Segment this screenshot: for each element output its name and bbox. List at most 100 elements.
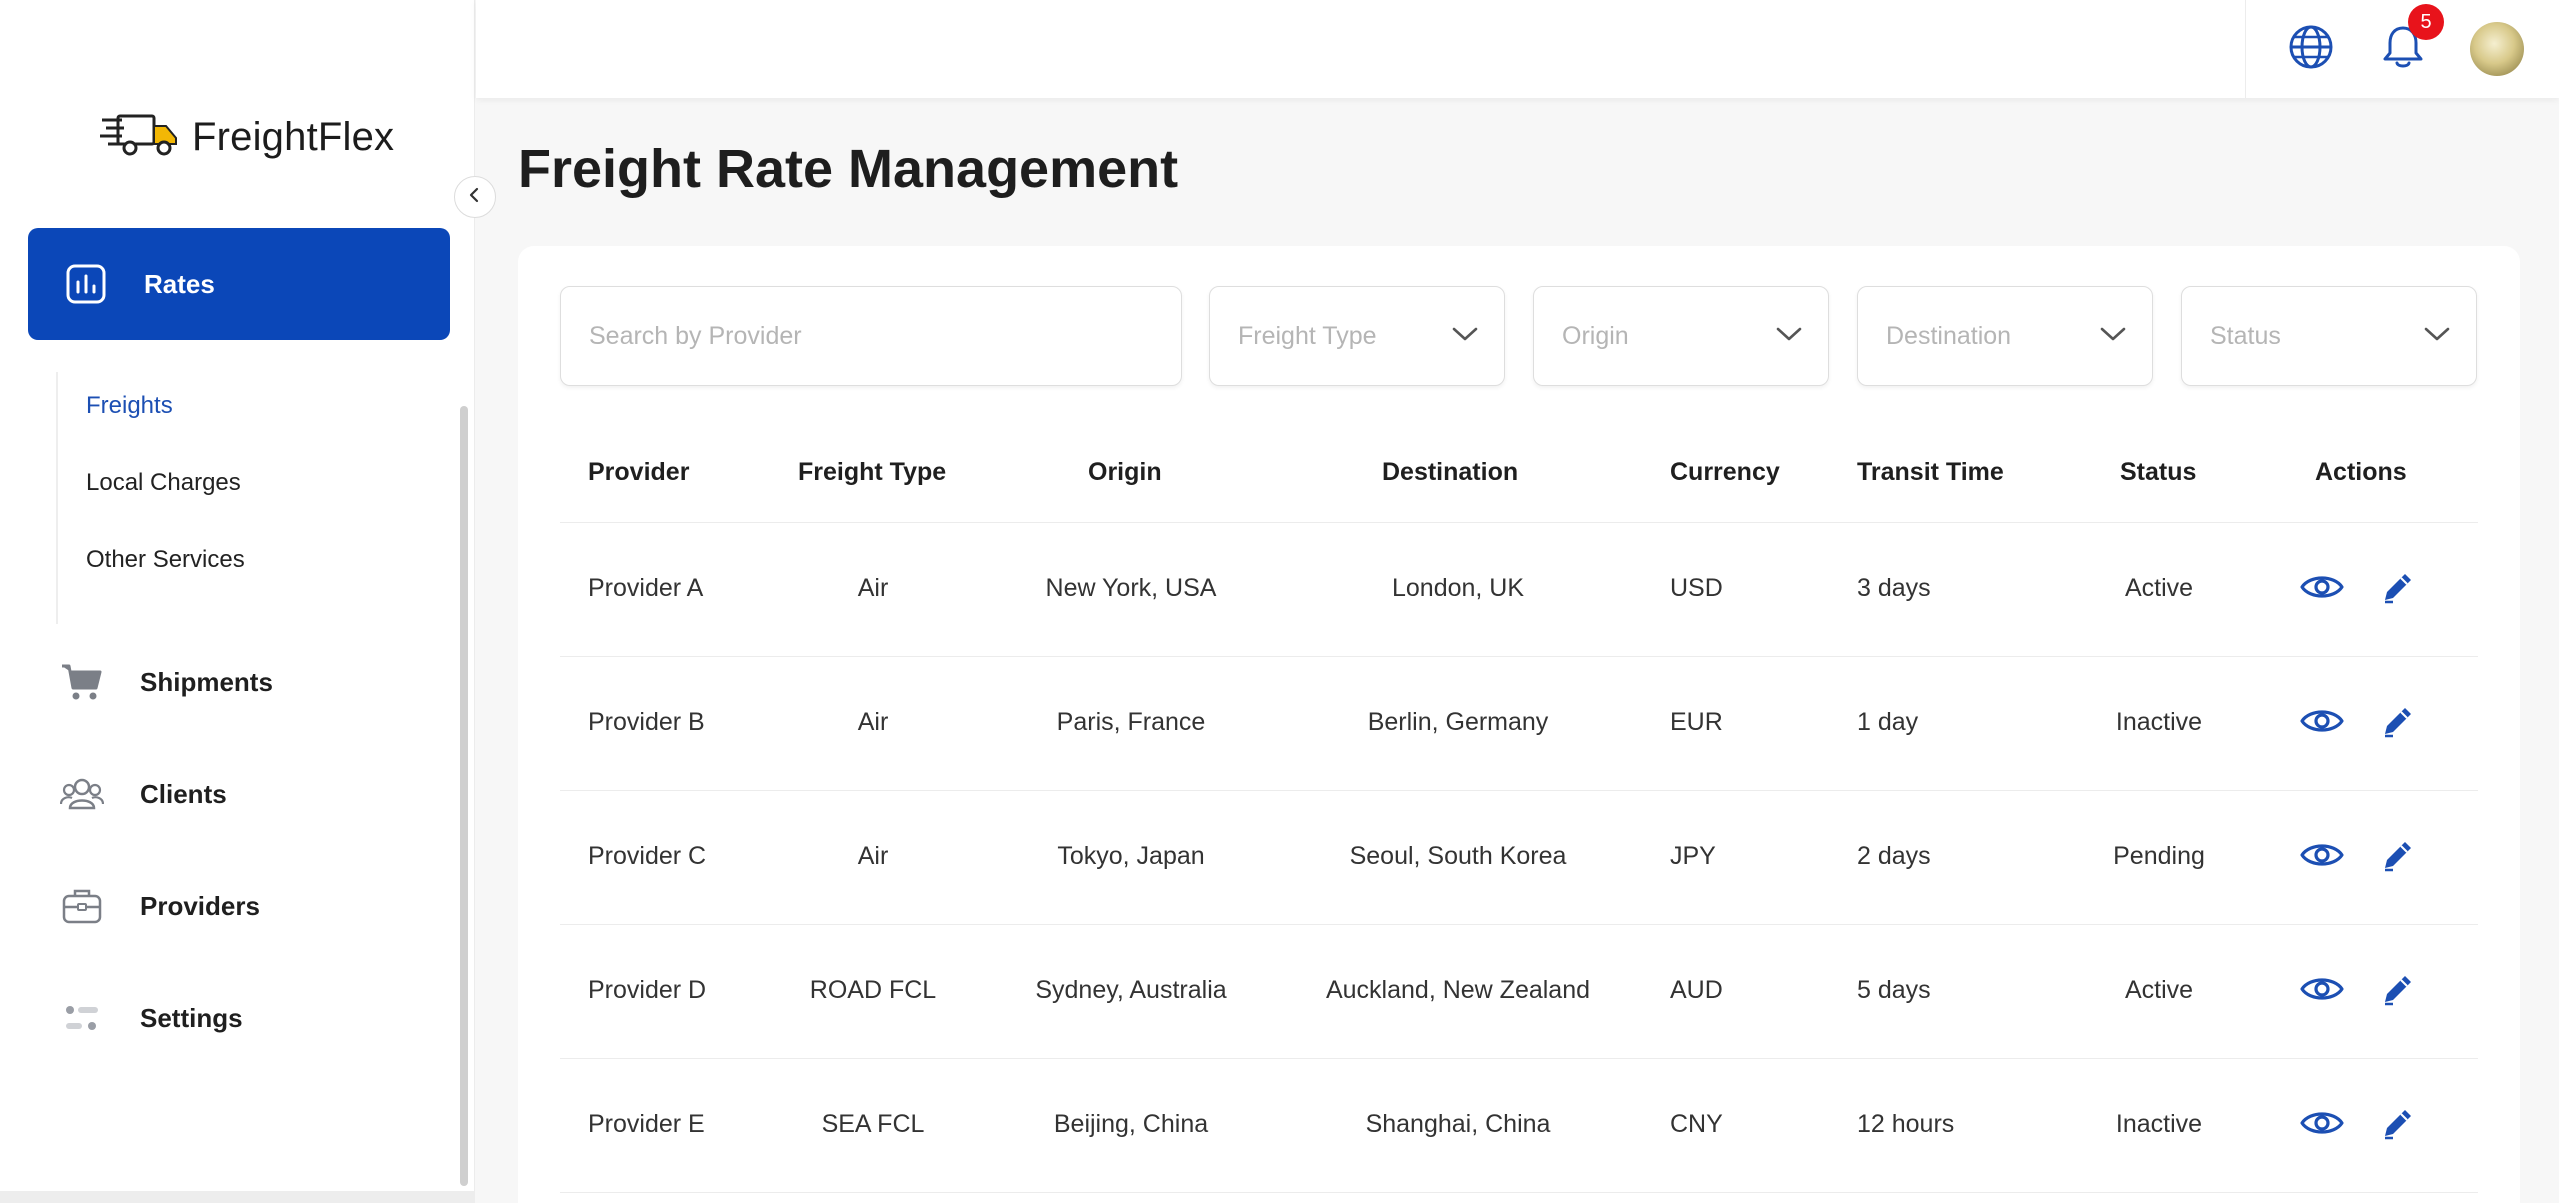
edit-button[interactable] <box>2375 834 2421 880</box>
table-cell: Air <box>857 574 889 602</box>
destination-select[interactable]: Destination <box>1857 286 2153 386</box>
pencil-icon <box>2379 702 2417 745</box>
pencil-icon <box>2379 568 2417 611</box>
table-cell: Inactive <box>2115 1110 2203 1138</box>
table-cell: SEA FCL <box>821 1110 925 1138</box>
rates-submenu: Freights Local Charges Other Services <box>56 372 436 624</box>
table-cell: Provider E <box>588 1110 705 1138</box>
edit-button[interactable] <box>2375 1102 2421 1148</box>
subnav-freights[interactable]: Freights <box>86 392 173 420</box>
table-cell: Paris, France <box>1056 708 1206 736</box>
table-cell: AUD <box>1670 976 1723 1004</box>
logo[interactable]: FreightFlex <box>100 112 394 163</box>
eye-icon <box>2300 572 2344 607</box>
pencil-icon <box>2379 970 2417 1013</box>
select-placeholder: Status <box>2210 321 2281 350</box>
row-divider <box>560 1192 2478 1193</box>
table-cell: Sydney, Australia <box>1035 976 1227 1004</box>
table-cell: Provider A <box>588 574 704 602</box>
avatar[interactable] <box>2470 22 2524 76</box>
table-cell: Shanghai, China <box>1365 1110 1551 1138</box>
cart-icon <box>60 660 104 704</box>
pencil-icon <box>2379 836 2417 879</box>
edit-button[interactable] <box>2375 566 2421 612</box>
row-divider <box>560 656 2478 657</box>
table-cell: Provider B <box>588 708 705 736</box>
row-divider <box>560 924 2478 925</box>
table-cell: ROAD FCL <box>809 976 937 1004</box>
table-cell: Air <box>857 842 889 870</box>
table-cell: CNY <box>1670 1110 1723 1138</box>
status-select[interactable]: Status <box>2181 286 2477 386</box>
row-divider <box>560 522 2478 523</box>
eye-icon <box>2300 1108 2344 1143</box>
select-placeholder: Origin <box>1562 321 1629 350</box>
view-button[interactable] <box>2299 700 2345 746</box>
subnav-other-services[interactable]: Other Services <box>86 546 245 574</box>
column-header[interactable]: Currency <box>1670 458 1780 487</box>
row-divider <box>560 790 2478 791</box>
collapse-sidebar-button[interactable] <box>454 176 496 218</box>
eye-icon <box>2300 974 2344 1009</box>
table-cell: 1 day <box>1857 708 1919 736</box>
chart-icon <box>64 262 108 306</box>
sidebar-item-label: Shipments <box>140 666 273 697</box>
subnav-local-charges[interactable]: Local Charges <box>86 469 241 497</box>
sidebar-item-clients[interactable]: Clients <box>60 772 227 816</box>
column-header[interactable]: Provider <box>588 458 689 487</box>
topbar-divider <box>2245 0 2246 98</box>
table-cell: Tokyo, Japan <box>1057 842 1205 870</box>
sidebar-item-shipments[interactable]: Shipments <box>60 660 273 704</box>
search-input[interactable] <box>560 286 1182 386</box>
table-cell: Inactive <box>2115 708 2203 736</box>
app-name: FreightFlex <box>192 115 395 159</box>
chevron-down-icon <box>2100 326 2126 347</box>
row-divider <box>560 1058 2478 1059</box>
view-button[interactable] <box>2299 834 2345 880</box>
sidebar-item-label: Clients <box>140 778 227 809</box>
table-cell: JPY <box>1670 842 1716 870</box>
table-cell: Berlin, Germany <box>1367 708 1549 736</box>
sidebar-item-providers[interactable]: Providers <box>60 884 260 928</box>
sidebar-item-rates[interactable]: Rates <box>28 228 450 340</box>
table-cell: EUR <box>1670 708 1723 736</box>
column-header[interactable]: Freight Type <box>798 458 946 487</box>
eye-icon <box>2300 840 2344 875</box>
column-header[interactable]: Destination <box>1382 458 1518 487</box>
table-cell: Active <box>2124 574 2194 602</box>
settings-toggle-icon <box>60 996 104 1040</box>
pencil-icon <box>2379 1104 2417 1147</box>
table-cell: Active <box>2124 976 2194 1004</box>
view-button[interactable] <box>2299 968 2345 1014</box>
top-bar <box>476 0 2559 98</box>
briefcase-icon <box>60 884 104 928</box>
freight-type-select[interactable]: Freight Type <box>1209 286 1505 386</box>
table-cell: Auckland, New Zealand <box>1325 976 1591 1004</box>
chevron-left-icon <box>466 186 484 209</box>
table-cell: USD <box>1670 574 1723 602</box>
page-title: Freight Rate Management <box>518 139 1179 199</box>
table-cell: London, UK <box>1391 574 1525 602</box>
notification-count-badge: 5 <box>2408 4 2444 40</box>
table-cell: Provider C <box>588 842 707 870</box>
table-cell: Seoul, South Korea <box>1349 842 1567 870</box>
view-button[interactable] <box>2299 1102 2345 1148</box>
sidebar-item-settings[interactable]: Settings <box>60 996 243 1040</box>
globe-icon <box>2288 24 2334 75</box>
table-cell: New York, USA <box>1045 574 1217 602</box>
table-cell: Air <box>857 708 889 736</box>
language-button[interactable] <box>2286 24 2336 74</box>
edit-button[interactable] <box>2375 700 2421 746</box>
table-cell: Beijing, China <box>1053 1110 1209 1138</box>
eye-icon <box>2300 706 2344 741</box>
column-header[interactable]: Origin <box>1088 458 1162 487</box>
edit-button[interactable] <box>2375 968 2421 1014</box>
table-cell: 12 hours <box>1857 1110 1955 1138</box>
sidebar: FreightFlex Rates Freights Local Charges… <box>0 0 475 1203</box>
origin-select[interactable]: Origin <box>1533 286 1829 386</box>
view-button[interactable] <box>2299 566 2345 612</box>
column-header[interactable]: Status <box>2120 458 2196 487</box>
column-header[interactable]: Transit Time <box>1857 458 2004 487</box>
sidebar-scrollbar[interactable] <box>460 406 468 1186</box>
table-cell: Pending <box>2113 842 2205 870</box>
